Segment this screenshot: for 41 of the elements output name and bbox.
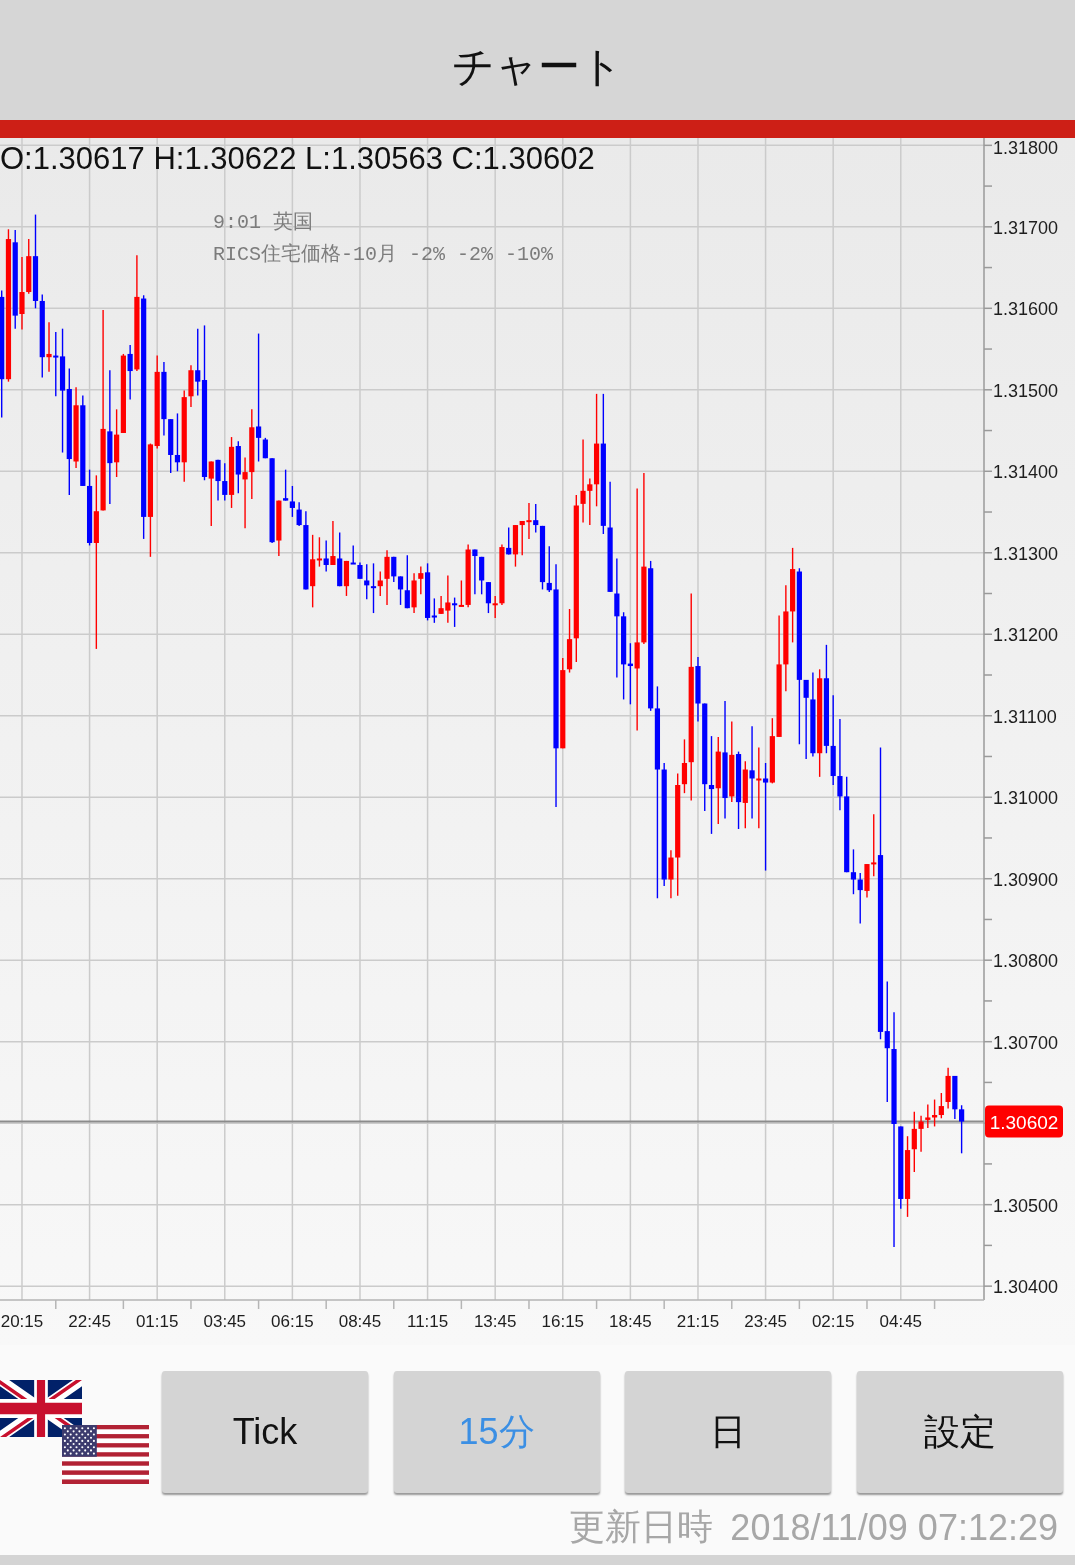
update-timestamp: 2018/11/09 07:12:29	[730, 1506, 1058, 1549]
price-label: 1.30700	[993, 1032, 1059, 1053]
time-label: 23:45	[744, 1311, 787, 1331]
time-label: 08:45	[338, 1311, 382, 1331]
price-label: 1.31600	[993, 299, 1059, 320]
period-button[interactable]: Tick	[162, 1371, 368, 1493]
price-label: 1.31200	[993, 625, 1059, 646]
current-price-badge: 1.30602	[985, 1105, 1063, 1138]
uk-flag-icon	[0, 1380, 82, 1437]
ohlc-readout: O:1.30617 H:1.30622 L:1.30563 C:1.30602	[0, 140, 595, 176]
price-label: 1.30800	[993, 951, 1059, 972]
price-label: 1.30900	[993, 869, 1059, 890]
price-label: 1.31700	[993, 217, 1059, 238]
price-label: 1.31100	[993, 706, 1057, 727]
price-label: 1.31300	[993, 543, 1059, 564]
price-label: 1.31400	[993, 462, 1059, 483]
time-label: 20:15	[0, 1311, 44, 1331]
time-label: 06:15	[271, 1311, 314, 1331]
time-label: 16:15	[541, 1311, 585, 1331]
price-label: 1.30500	[993, 1195, 1059, 1216]
us-flag-icon	[62, 1425, 149, 1484]
price-label: 1.31500	[993, 380, 1059, 401]
period-button[interactable]: 日	[625, 1371, 831, 1493]
time-label: 22:45	[68, 1311, 111, 1331]
time-label: 03:45	[203, 1311, 247, 1331]
price-label: 1.31000	[993, 788, 1059, 809]
time-label: 04:45	[879, 1311, 923, 1331]
event-header: 9:01 英国	[213, 210, 313, 234]
time-label: 01:15	[135, 1311, 179, 1331]
time-label: 21:15	[676, 1311, 720, 1331]
time-label: 18:45	[609, 1311, 652, 1331]
screen-title: チャート	[452, 41, 623, 93]
time-label: 11:15	[406, 1311, 449, 1331]
price-label: 1.31800	[993, 138, 1059, 159]
update-label: 更新日時	[569, 1505, 714, 1549]
settings-button[interactable]: 設定	[856, 1371, 1063, 1493]
price-label: 1.30400	[993, 1277, 1059, 1298]
time-label: 02:15	[811, 1311, 855, 1331]
event-detail: RICS住宅価格-10月 -2% -2% -10%	[213, 243, 554, 266]
time-label: 13:45	[473, 1311, 517, 1331]
ref-line-label: 1.30602	[989, 1112, 1059, 1134]
